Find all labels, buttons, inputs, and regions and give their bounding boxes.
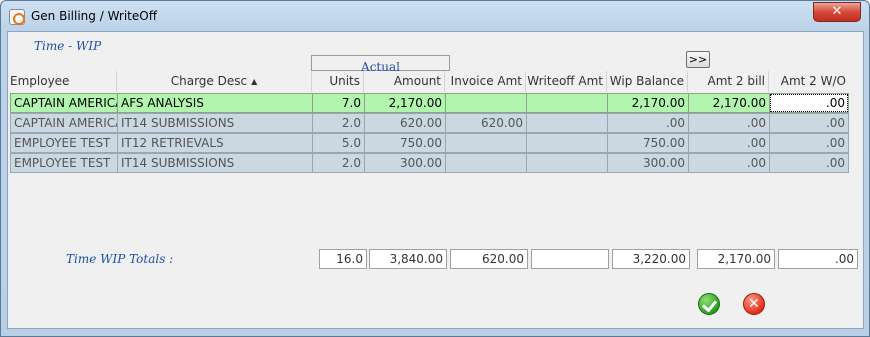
app-icon [9, 9, 25, 25]
invoice-amt-cell[interactable] [445, 153, 527, 173]
total-wip-balance-field: 3,220.00 [612, 249, 690, 269]
amt-2-bill-cell[interactable]: 2,170.00 [688, 93, 770, 113]
wip-balance-cell[interactable]: 750.00 [607, 133, 689, 153]
column-header-label: Amt 2 bill [707, 74, 766, 88]
grid-header-row: Employee Charge Desc ▲ Units Amount Invoi… [10, 71, 848, 92]
title-bar: Gen Billing / WriteOff ✕ [1, 1, 869, 31]
employee-cell[interactable]: CAPTAIN AMERICA [10, 93, 118, 113]
column-header-label: Writeoff Amt [527, 74, 603, 88]
wip-balance-cell[interactable]: 2,170.00 [607, 93, 689, 113]
units-cell[interactable]: 7.0 [312, 93, 365, 113]
writeoff-amt-cell[interactable] [526, 133, 608, 153]
x-icon[interactable]: ✕ [743, 293, 765, 315]
amount-cell[interactable]: 300.00 [364, 153, 446, 173]
table-row[interactable]: CAPTAIN AMERICA AFS ANALYSIS 7.0 2,170.0… [10, 93, 849, 113]
amt-2-bill-cell[interactable]: .00 [688, 113, 770, 133]
check-icon[interactable] [698, 293, 720, 315]
column-header-amount[interactable]: Amount [364, 71, 445, 92]
total-amt-2-wo-field: .00 [778, 249, 858, 269]
amount-cell[interactable]: 620.00 [364, 113, 446, 133]
writeoff-amt-cell[interactable] [526, 93, 608, 113]
total-units-field: 16.0 [319, 249, 367, 269]
window-title: Gen Billing / WriteOff [31, 9, 157, 23]
column-header-employee[interactable]: Employee [10, 71, 117, 92]
gen-billing-writeoff-window: Gen Billing / WriteOff ✕ Time - WIP Actu… [0, 0, 870, 337]
close-button[interactable]: ✕ [813, 2, 861, 22]
next-columns-button[interactable]: >> [686, 51, 710, 68]
amount-cell[interactable]: 750.00 [364, 133, 446, 153]
employee-cell[interactable]: EMPLOYEE TEST [10, 153, 118, 173]
writeoff-amt-cell[interactable] [526, 153, 608, 173]
column-header-label: Amt 2 W/O [780, 74, 846, 88]
time-wip-grid: Employee Charge Desc ▲ Units Amount Invoi… [10, 71, 849, 173]
column-header-amt-2-bill[interactable]: Amt 2 bill [688, 71, 769, 92]
invoice-amt-cell[interactable] [445, 93, 527, 113]
units-cell[interactable]: 5.0 [312, 133, 365, 153]
column-header-label: Invoice Amt [450, 74, 522, 88]
column-header-units[interactable]: Units [312, 71, 364, 92]
units-cell[interactable]: 2.0 [312, 153, 365, 173]
column-header-label: Wip Balance [609, 74, 684, 88]
section-title: Time - WIP [34, 39, 102, 53]
column-header-writeoff-amt[interactable]: Writeoff Amt [526, 71, 607, 92]
column-header-label: Units [329, 74, 360, 88]
amt-2-wo-cell[interactable]: .00 [769, 93, 849, 113]
client-area: Time - WIP Actual >> Employee Charge Des… [7, 31, 864, 329]
employee-cell[interactable]: CAPTAIN AMERICA [10, 113, 118, 133]
total-amt-2-bill-field: 2,170.00 [697, 249, 775, 269]
units-cell[interactable]: 2.0 [312, 113, 365, 133]
amt-2-wo-cell[interactable]: .00 [769, 113, 849, 133]
charge-desc-cell[interactable]: IT14 SUBMISSIONS [117, 113, 313, 133]
amt-2-wo-cell[interactable]: .00 [769, 133, 849, 153]
total-amount-field: 3,840.00 [369, 249, 447, 269]
actual-group-header: Actual [311, 55, 450, 74]
sort-ascending-icon: ▲ [251, 77, 258, 86]
writeoff-amt-cell[interactable] [526, 113, 608, 133]
total-writeoff-amt-field [531, 249, 609, 269]
table-row[interactable]: CAPTAIN AMERICA IT14 SUBMISSIONS 2.0 620… [10, 113, 849, 133]
wip-balance-cell[interactable]: 300.00 [607, 153, 689, 173]
table-row[interactable]: EMPLOYEE TEST IT14 SUBMISSIONS 2.0 300.0… [10, 153, 849, 173]
amount-cell[interactable]: 2,170.00 [364, 93, 446, 113]
column-header-label: Charge Desc [170, 74, 248, 88]
wip-balance-cell[interactable]: .00 [607, 113, 689, 133]
charge-desc-cell[interactable]: IT14 SUBMISSIONS [117, 153, 313, 173]
amt-2-bill-cell[interactable]: .00 [688, 133, 770, 153]
column-header-charge-desc[interactable]: Charge Desc ▲ [117, 71, 312, 92]
column-header-label: Employee [10, 74, 70, 88]
charge-desc-cell[interactable]: AFS ANALYSIS [117, 93, 313, 113]
amt-2-wo-cell[interactable]: .00 [769, 153, 849, 173]
employee-cell[interactable]: EMPLOYEE TEST [10, 133, 118, 153]
invoice-amt-cell[interactable]: 620.00 [445, 113, 527, 133]
table-row[interactable]: EMPLOYEE TEST IT12 RETRIEVALS 5.0 750.00… [10, 133, 849, 153]
invoice-amt-cell[interactable] [445, 133, 527, 153]
charge-desc-cell[interactable]: IT12 RETRIEVALS [117, 133, 313, 153]
column-header-amt-2-wo[interactable]: Amt 2 W/O [769, 71, 848, 92]
column-header-label: Amount [393, 74, 441, 88]
column-header-invoice-amt[interactable]: Invoice Amt [445, 71, 526, 92]
total-invoice-amt-field: 620.00 [450, 249, 528, 269]
amt-2-bill-cell[interactable]: .00 [688, 153, 770, 173]
column-header-wip-balance[interactable]: Wip Balance [607, 71, 688, 92]
totals-label: Time WIP Totals : [66, 252, 174, 266]
